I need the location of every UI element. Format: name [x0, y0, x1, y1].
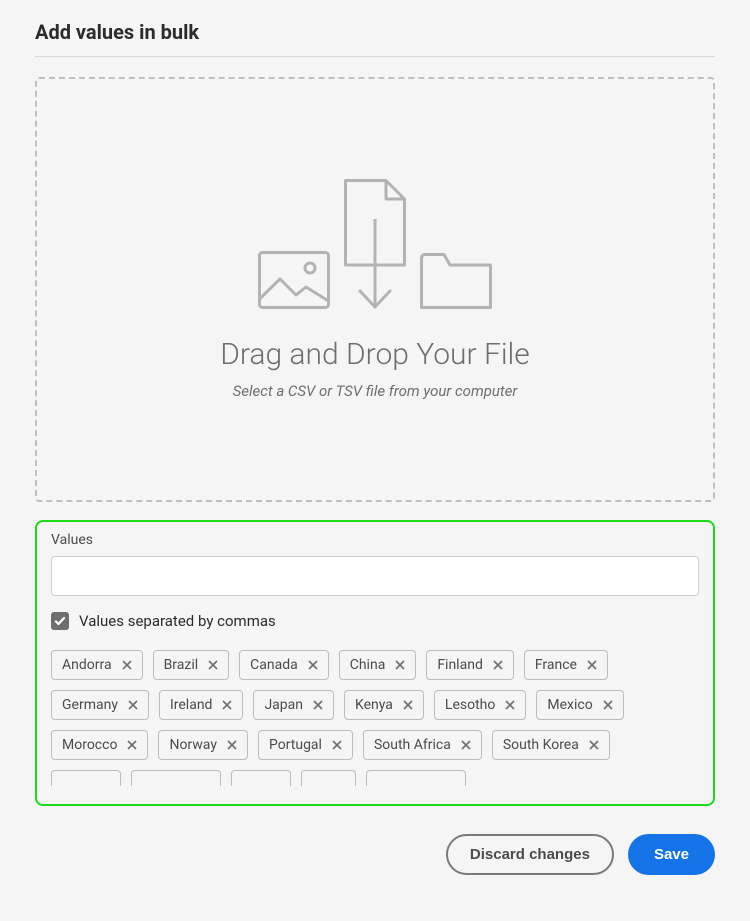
close-icon[interactable]	[332, 740, 342, 750]
discard-button[interactable]: Discard changes	[446, 834, 614, 875]
close-icon[interactable]	[208, 660, 218, 670]
values-section: Values Values separated by commas Andorr…	[35, 520, 715, 806]
checkbox-checked-icon	[51, 612, 69, 630]
close-icon[interactable]	[587, 660, 597, 670]
tag-label: Morocco	[62, 738, 117, 752]
value-tag: Mexico	[536, 690, 623, 720]
page-title: Add values in bulk	[35, 20, 715, 44]
file-download-icon	[344, 179, 406, 309]
value-tag: Canada	[239, 650, 329, 680]
values-input[interactable]	[51, 556, 699, 596]
dropzone-subtext: Select a CSV or TSV file from your compu…	[233, 382, 518, 400]
tags-container: Andorra Brazil Canada China Finland France Ger…	[51, 650, 699, 760]
value-tag: France	[524, 650, 608, 680]
value-tag: Brazil	[153, 650, 230, 680]
value-tag: Andorra	[51, 650, 143, 680]
tag-label: Canada	[250, 658, 298, 672]
value-tag: Morocco	[51, 730, 148, 760]
close-icon[interactable]	[227, 740, 237, 750]
close-icon[interactable]	[403, 700, 413, 710]
tag-label: Mexico	[547, 698, 592, 712]
tag-label: Finland	[437, 658, 483, 672]
value-tag-partial	[301, 770, 356, 786]
file-dropzone[interactable]: Drag and Drop Your File Select a CSV or …	[35, 77, 715, 502]
value-tag: Germany	[51, 690, 149, 720]
tag-label: Ireland	[170, 698, 213, 712]
tag-label: South Africa	[374, 738, 451, 752]
image-icon	[258, 251, 330, 309]
folder-icon	[420, 253, 492, 309]
close-icon[interactable]	[493, 660, 503, 670]
close-icon[interactable]	[127, 740, 137, 750]
value-tag: Japan	[253, 690, 334, 720]
close-icon[interactable]	[128, 700, 138, 710]
tag-label: Andorra	[62, 658, 112, 672]
tag-label: Germany	[62, 698, 118, 712]
close-icon[interactable]	[122, 660, 132, 670]
value-tag: China	[339, 650, 417, 680]
close-icon[interactable]	[505, 700, 515, 710]
value-tag: Lesotho	[434, 690, 526, 720]
close-icon[interactable]	[461, 740, 471, 750]
value-tag: South Africa	[363, 730, 482, 760]
value-tag: Kenya	[344, 690, 424, 720]
tag-label: South Korea	[503, 738, 579, 752]
value-tag: Finland	[426, 650, 514, 680]
close-icon[interactable]	[589, 740, 599, 750]
footer-actions: Discard changes Save	[35, 826, 715, 875]
value-tag: Norway	[158, 730, 248, 760]
value-tag-partial	[51, 770, 121, 786]
tag-label: Kenya	[355, 698, 393, 712]
close-icon[interactable]	[313, 700, 323, 710]
value-tag: Ireland	[159, 690, 244, 720]
tag-label: France	[535, 658, 577, 672]
tag-label: Brazil	[164, 658, 199, 672]
tag-label: Japan	[264, 698, 303, 712]
close-icon[interactable]	[308, 660, 318, 670]
save-button[interactable]: Save	[628, 834, 715, 875]
close-icon[interactable]	[395, 660, 405, 670]
tag-label: Norway	[169, 738, 217, 752]
tag-label: China	[350, 658, 386, 672]
tags-overflow-row	[51, 770, 699, 786]
value-tag-partial	[366, 770, 466, 786]
values-label: Values	[51, 532, 699, 548]
dropzone-icon-group	[258, 179, 492, 309]
value-tag: South Korea	[492, 730, 610, 760]
dropzone-heading: Drag and Drop Your File	[220, 337, 530, 372]
checkbox-label: Values separated by commas	[79, 612, 276, 630]
title-divider	[35, 56, 715, 57]
tag-label: Lesotho	[445, 698, 495, 712]
value-tag: Portugal	[258, 730, 353, 760]
value-tag-partial	[131, 770, 221, 786]
close-icon[interactable]	[222, 700, 232, 710]
value-tag-partial	[231, 770, 291, 786]
close-icon[interactable]	[603, 700, 613, 710]
tag-label: Portugal	[269, 738, 322, 752]
comma-separated-checkbox[interactable]: Values separated by commas	[51, 612, 699, 630]
